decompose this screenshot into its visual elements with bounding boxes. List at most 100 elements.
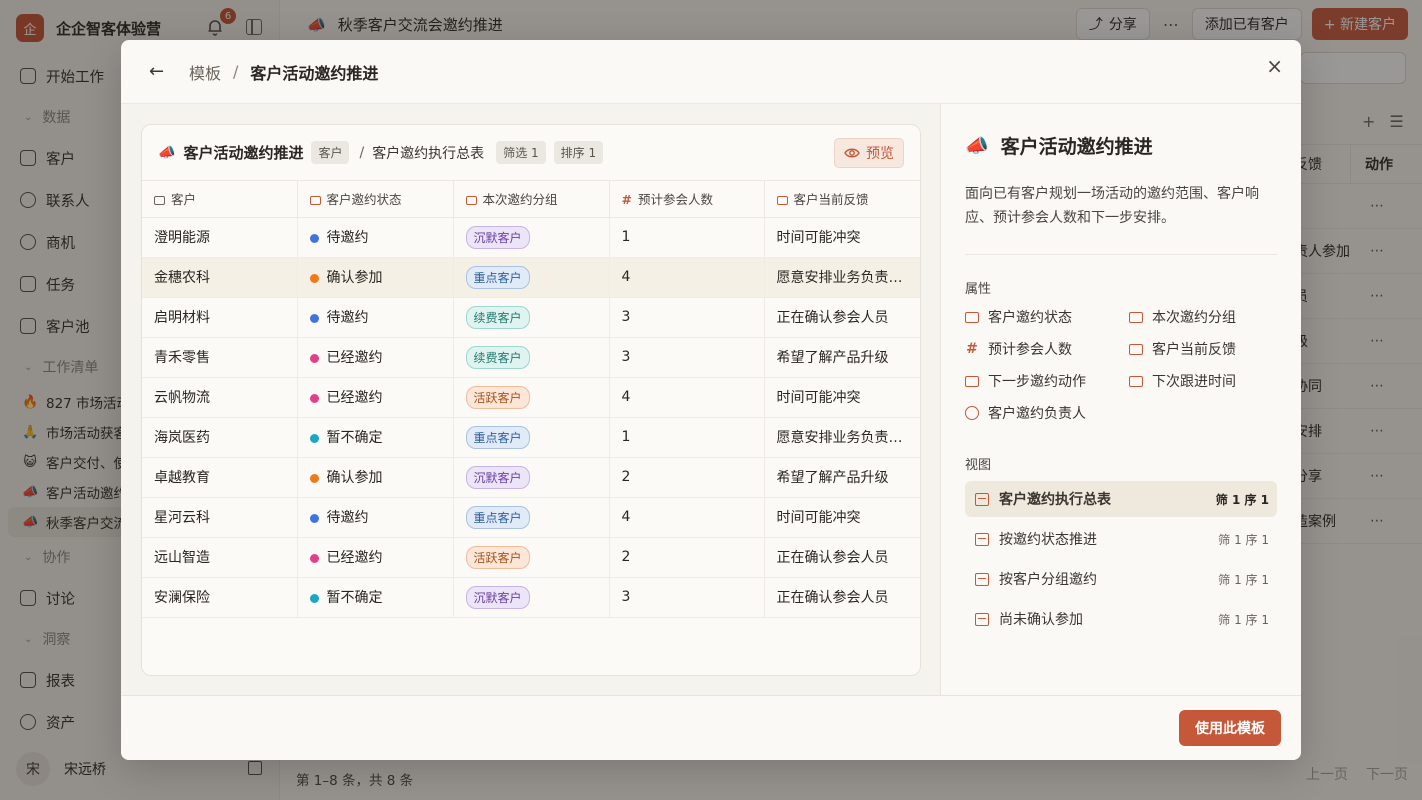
status-dot — [309, 593, 319, 603]
cell-customer: 启明材料 — [142, 297, 298, 338]
prop-label: 预计参会人数 — [988, 342, 1072, 358]
status-dot — [309, 553, 319, 563]
table-row[interactable]: 卓越教育 确认参加 沉默客户 2 希望了解产品升级 — [142, 457, 920, 498]
column-header-group[interactable]: 本次邀约分组 — [453, 181, 610, 218]
calendar-icon — [1129, 375, 1143, 387]
cell-group: 活跃客户 — [453, 377, 610, 418]
card-header: 📣 客户活动邀约推进 客户 / 客户邀约执行总表 筛选 1 排序 1 预览 — [142, 125, 920, 181]
cell-feedback: 正在确认参会人员 — [764, 537, 920, 578]
cell-group: 续费客户 — [453, 297, 610, 338]
cell-status: 确认参加 — [297, 457, 454, 498]
column-header-status[interactable]: 客户邀约状态 — [297, 181, 454, 218]
cell-status: 已经邀约 — [297, 337, 454, 378]
cell-status: 暂不确定 — [297, 577, 454, 618]
view-item-active[interactable]: 客户邀约执行总表 筛 1 序 1 — [965, 481, 1277, 517]
cell-feedback: 愿意安排业务负责人参加 — [764, 417, 920, 458]
table-row[interactable]: 海岚医药 暂不确定 重点客户 1 愿意安排业务负责人参加 — [142, 417, 920, 458]
table-row[interactable]: 安澜保险 暂不确定 沉默客户 3 正在确认参会人员 — [142, 577, 920, 618]
cell-count: 4 — [609, 377, 765, 418]
cell-feedback: 时间可能冲突 — [764, 377, 920, 418]
cell-count: 3 — [609, 577, 765, 618]
cell-count: 2 — [609, 457, 765, 498]
breadcrumb-root[interactable]: 模板 — [189, 60, 221, 84]
template-title-text: 客户活动邀约推进 — [1000, 136, 1153, 158]
preview-button[interactable]: 预览 — [834, 138, 904, 168]
status-dot — [309, 313, 319, 323]
eye-icon — [844, 148, 860, 158]
prop-item: 本次邀约分组 — [1129, 306, 1285, 328]
status-label: 确认参加 — [326, 470, 383, 486]
table-row[interactable]: 澄明能源 待邀约 沉默客户 1 时间可能冲突 — [142, 217, 920, 258]
column-label: 客户 — [171, 192, 197, 208]
hash-icon: # — [621, 192, 632, 208]
status-dot — [309, 233, 319, 243]
megaphone-icon: 📣 — [965, 135, 989, 157]
view-item[interactable]: 尚未确认参加 筛 1 序 1 — [965, 601, 1277, 637]
table-row[interactable]: 青禾零售 已经邀约 续费客户 3 希望了解产品升级 — [142, 337, 920, 378]
group-tag: 重点客户 — [465, 505, 530, 529]
group-tag: 沉默客户 — [465, 465, 530, 489]
briefcase-icon — [776, 196, 788, 206]
template-preview-area: 📣 客户活动邀约推进 客户 / 客户邀约执行总表 筛选 1 排序 1 预览 客户… — [121, 104, 940, 695]
table-row[interactable]: 远山智造 已经邀约 活跃客户 2 正在确认参会人员 — [142, 537, 920, 578]
cell-group: 重点客户 — [453, 417, 610, 458]
sort-chip: 排序 1 — [553, 141, 604, 164]
template-modal: ← 模板 / 客户活动邀约推进 × 📣 客户活动邀约推进 客户 / 客户邀约执行… — [121, 40, 1301, 760]
divider — [965, 254, 1277, 255]
preview-table: 客户 客户邀约状态 本次邀约分组 # 预计参会人数 客户当前反馈 澄明能源 待邀约沉… — [142, 181, 920, 618]
cell-feedback: 时间可能冲突 — [764, 497, 920, 538]
column-label: 客户当前反馈 — [793, 192, 869, 208]
view-name: 客户邀约执行总表 — [372, 145, 485, 162]
column-label: 客户邀约状态 — [326, 192, 402, 208]
cell-status: 待邀约 — [297, 217, 454, 258]
briefcase-icon — [309, 196, 321, 206]
group-tag: 续费客户 — [465, 305, 530, 329]
table-row[interactable]: 云帆物流 已经邀约 活跃客户 4 时间可能冲突 — [142, 377, 920, 418]
column-header-feedback[interactable]: 客户当前反馈 — [764, 181, 920, 218]
view-label: 按邀约状态推进 — [999, 532, 1097, 548]
view-item[interactable]: 按邀约状态推进 筛 1 序 1 — [965, 521, 1277, 557]
table-row[interactable]: 启明材料 待邀约 续费客户 3 正在确认参会人员 — [142, 297, 920, 338]
cell-count: 4 — [609, 497, 765, 538]
column-header-customer[interactable]: 客户 — [142, 181, 298, 218]
view-meta: 筛 1 序 1 — [1218, 572, 1269, 587]
group-tag: 沉默客户 — [465, 225, 530, 249]
cell-status: 已经邀约 — [297, 377, 454, 418]
back-arrow-icon[interactable]: ← — [149, 61, 167, 82]
status-label: 暂不确定 — [326, 590, 383, 606]
card-title: 客户活动邀约推进 — [183, 144, 304, 162]
status-label: 待邀约 — [326, 510, 369, 526]
view-label: 按客户分组邀约 — [999, 572, 1097, 588]
table-row[interactable]: 星河云科 待邀约 重点客户 4 时间可能冲突 — [142, 497, 920, 538]
table-row[interactable]: 金穗农科 确认参加 重点客户 4 愿意安排业务负责人参加 — [142, 257, 920, 298]
table-icon — [975, 492, 989, 506]
group-tag: 活跃客户 — [465, 385, 530, 409]
view-item[interactable]: 按客户分组邀约 筛 1 序 1 — [965, 561, 1277, 597]
close-icon[interactable]: × — [1266, 54, 1283, 78]
group-tag: 续费客户 — [465, 345, 530, 369]
person-icon — [965, 406, 979, 420]
column-header-count[interactable]: # 预计参会人数 — [609, 181, 765, 218]
view-meta: 筛 1 序 1 — [1218, 532, 1269, 547]
status-label: 已经邀约 — [326, 390, 383, 406]
cell-status: 待邀约 — [297, 297, 454, 338]
filter-chip: 筛选 1 — [496, 141, 546, 164]
group-tag: 沉默客户 — [465, 585, 530, 609]
template-preview-card: 📣 客户活动邀约推进 客户 / 客户邀约执行总表 筛选 1 排序 1 预览 客户… — [141, 124, 921, 676]
cell-count: 1 — [609, 417, 765, 458]
prop-label: 本次邀约分组 — [1152, 310, 1236, 326]
views-section-label: 视图 — [965, 458, 992, 473]
use-template-button[interactable]: 使用此模板 — [1179, 710, 1281, 746]
props-list: 客户邀约状态 本次邀约分组 # 预计参会人数 客户当前反馈 下一步邀约动作 下次跟进时间 客户… — [965, 306, 1285, 424]
group-tag: 活跃客户 — [465, 545, 530, 569]
template-info-panel: 📣 客户活动邀约推进 面向已有客户规划一场活动的邀约范围、客户响应、预计参会人数… — [940, 104, 1301, 695]
table-header-row: 客户 客户邀约状态 本次邀约分组 # 预计参会人数 客户当前反馈 — [142, 181, 920, 218]
briefcase-icon — [154, 196, 165, 206]
view-separator: / — [359, 144, 365, 161]
board-icon — [975, 532, 989, 546]
cell-group: 沉默客户 — [453, 577, 610, 618]
group-tag: 重点客户 — [465, 265, 530, 289]
cell-status: 已经邀约 — [297, 537, 454, 578]
cell-customer: 远山智造 — [142, 537, 298, 578]
hash-icon: # — [966, 341, 978, 357]
